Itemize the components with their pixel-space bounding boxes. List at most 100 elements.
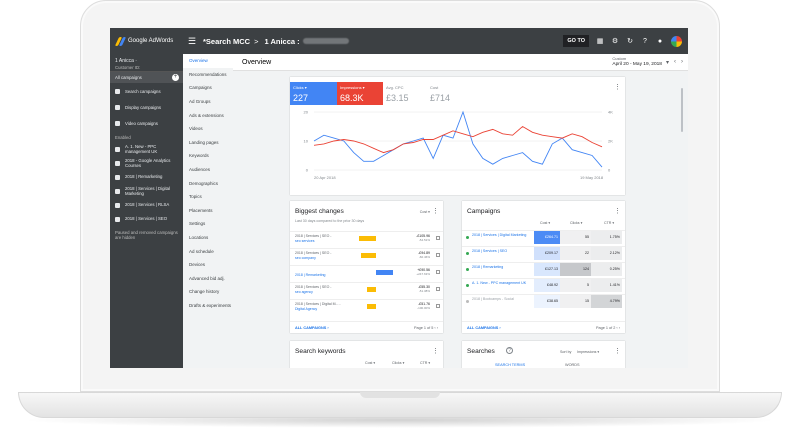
change-row[interactable]: 2018 | Remarketing +£90.56 +247.63% — [290, 265, 443, 278]
change-link[interactable]: 2018 | Remarketing — [295, 273, 325, 277]
date-range[interactable]: Custom April 20 - May 19, 2018 — [612, 56, 666, 67]
menu-item[interactable]: Placements — [183, 204, 233, 218]
menu-item[interactable]: Ads & extensions — [183, 108, 233, 122]
change-row[interactable]: 2018 | Services | SEO - seo services -£10… — [290, 231, 443, 244]
nav-search-campaigns[interactable]: Search campaigns — [110, 83, 183, 99]
tab-search-terms[interactable]: SEARCH TERMS — [495, 363, 525, 367]
row-checkbox[interactable] — [436, 304, 440, 308]
campaign-name[interactable]: 2018 | Services | Digital Marketing — [472, 233, 532, 238]
tab-words[interactable]: WORDS — [565, 363, 580, 367]
card-subtitle: Last 30 days compared to the prior 30 da… — [295, 219, 365, 223]
menu-item[interactable]: Advanced bid adj. — [183, 272, 233, 286]
laptop-notch — [360, 392, 440, 398]
prev-date-icon[interactable]: ‹ — [674, 59, 676, 65]
status-dot — [466, 252, 469, 255]
account-title[interactable]: 1 Anicca : — [265, 37, 300, 46]
col-cost[interactable]: Cost ▾ — [540, 221, 550, 229]
help-icon[interactable]: ? — [641, 37, 649, 45]
help-icon[interactable]: ? — [506, 347, 513, 354]
campaign-row[interactable]: 2018 | Services | Digital Marketing £264.… — [462, 230, 625, 244]
campaign-row[interactable]: 2018 | Bootcamps - Social £38.65 15 4.79% — [462, 294, 625, 308]
tools-icon[interactable]: ⚙ — [611, 37, 619, 45]
nav-display-campaigns[interactable]: Display campaigns — [110, 99, 183, 115]
menu-item[interactable]: Landing pages — [183, 136, 233, 150]
date-dropdown-icon[interactable]: ▾ — [666, 59, 669, 66]
campaign-item[interactable]: A. 1. New - PPC management UK — [110, 142, 183, 156]
menu-item[interactable]: Audiences — [183, 163, 233, 177]
campaign-row[interactable]: 2018 | Remarketing £127.13 124 0.25% — [462, 262, 625, 276]
refresh-icon[interactable]: ↻ — [626, 37, 634, 45]
nav-video-campaigns[interactable]: Video campaigns — [110, 115, 183, 131]
mcc-title[interactable]: *Search MCC — [203, 37, 250, 46]
card-menu-icon[interactable]: ⋮ — [614, 347, 621, 355]
card-menu-icon[interactable]: ⋮ — [432, 207, 439, 215]
sort-select[interactable]: Impressions ▾ — [577, 350, 599, 354]
campaign-row[interactable]: A. 1. New - PPC management UK £48.92 5 1.41… — [462, 278, 625, 292]
menu-item[interactable]: Keywords — [183, 149, 233, 163]
menu-item[interactable]: Locations — [183, 231, 233, 245]
change-link[interactable]: seo services — [295, 239, 314, 243]
pager[interactable]: Page 1 of 2 ‹ › — [596, 326, 620, 330]
menu-item[interactable]: Videos — [183, 122, 233, 136]
menu-item[interactable]: Topics — [183, 190, 233, 204]
col-clicks[interactable]: Clicks ▾ — [392, 361, 404, 365]
campaign-item[interactable]: 2018 | Services | SEO — [110, 212, 183, 226]
col-ctr[interactable]: CTR ▾ — [420, 361, 430, 365]
page-title: Overview — [242, 58, 272, 66]
menu-item[interactable]: Change history — [183, 285, 233, 299]
change-link[interactable]: seo agency — [295, 290, 313, 294]
change-name: 2018 | Remarketing — [295, 268, 353, 277]
next-date-icon[interactable]: › — [681, 59, 683, 65]
reports-icon[interactable]: ▦ — [596, 37, 604, 45]
campaign-name[interactable]: A. 1. New - PPC management UK — [472, 281, 532, 286]
card-menu-icon[interactable]: ⋮ — [614, 207, 621, 215]
campaign-item[interactable]: 2018 | Services | RLSA — [110, 198, 183, 212]
row-checkbox[interactable] — [436, 287, 440, 291]
change-row[interactable]: 2018 | Services | SEO - seo agency -£55.3… — [290, 282, 443, 295]
campaign-row[interactable]: 2018 | Services | SEO £209.17 22 2.12% — [462, 246, 625, 260]
col-cost[interactable]: Cost ▾ — [365, 361, 375, 365]
campaign-clicks: 124 — [560, 263, 591, 276]
change-link[interactable]: seo company — [295, 256, 316, 260]
menu-item[interactable]: Ad schedule — [183, 244, 233, 258]
col-ctr[interactable]: CTR ▾ — [604, 221, 614, 229]
row-checkbox[interactable] — [436, 236, 440, 240]
campaign-name[interactable]: 2018 | Bootcamps - Social — [472, 297, 532, 302]
change-row[interactable]: 2018 | Services | SEO - seo company -£94.… — [290, 248, 443, 261]
scrollbar[interactable] — [681, 88, 683, 132]
menu-item[interactable]: Campaigns — [183, 81, 233, 95]
campaign-item[interactable]: 2018 | Services | Digital Marketing — [110, 184, 183, 198]
campaign-item[interactable]: 2018 | Remarketing — [110, 170, 183, 184]
menu-item[interactable]: Drafts & experiments — [183, 299, 233, 313]
all-campaigns-link[interactable]: ALL CAMPAIGNS › — [467, 326, 501, 330]
change-prefix: 2018 | Services | SEO - — [295, 285, 332, 289]
pager[interactable]: Page 1 of 5 ‹ › — [414, 326, 438, 330]
add-icon[interactable]: + — [172, 74, 179, 81]
row-checkbox[interactable] — [436, 253, 440, 257]
changes-filter[interactable]: Cost ▾ — [420, 210, 430, 214]
card-menu-icon[interactable]: ⋮ — [432, 347, 439, 355]
menu-item[interactable]: Devices — [183, 258, 233, 272]
campaign-name[interactable]: 2018 | Remarketing — [472, 265, 532, 270]
change-link[interactable]: Digital Agency — [295, 307, 317, 311]
campaign-name[interactable]: 2018 | Services | SEO — [472, 249, 532, 254]
menu-item[interactable]: Settings — [183, 217, 233, 231]
all-campaigns-link[interactable]: ALL CAMPAIGNS › — [295, 326, 329, 330]
all-campaigns[interactable]: All campaigns + — [110, 72, 183, 83]
goto-button[interactable]: GO TO — [563, 35, 589, 47]
menu-item[interactable]: Recommendations — [183, 68, 233, 82]
menu-icon[interactable]: ☰ — [183, 36, 201, 47]
account-switcher[interactable]: 1 Anicca · Customer ID: — [110, 54, 183, 72]
row-checkbox[interactable] — [436, 270, 440, 274]
menu-item[interactable]: Ad Groups — [183, 95, 233, 109]
search-campaign-icon — [115, 88, 120, 94]
col-clicks[interactable]: Clicks ▾ — [570, 221, 582, 229]
menu-item[interactable]: Overview — [183, 54, 233, 68]
notifications-icon[interactable]: ● — [656, 37, 664, 45]
campaign-cost: £48.92 — [534, 279, 560, 292]
menu-item[interactable]: Demographics — [183, 176, 233, 190]
campaign-item[interactable]: 2018 - Google Analytics Courses — [110, 156, 183, 170]
avatar[interactable] — [671, 35, 682, 47]
change-row[interactable]: 2018 | Services | Digital M... - Digital… — [290, 299, 443, 312]
brand[interactable]: Google AdWords — [110, 28, 183, 54]
